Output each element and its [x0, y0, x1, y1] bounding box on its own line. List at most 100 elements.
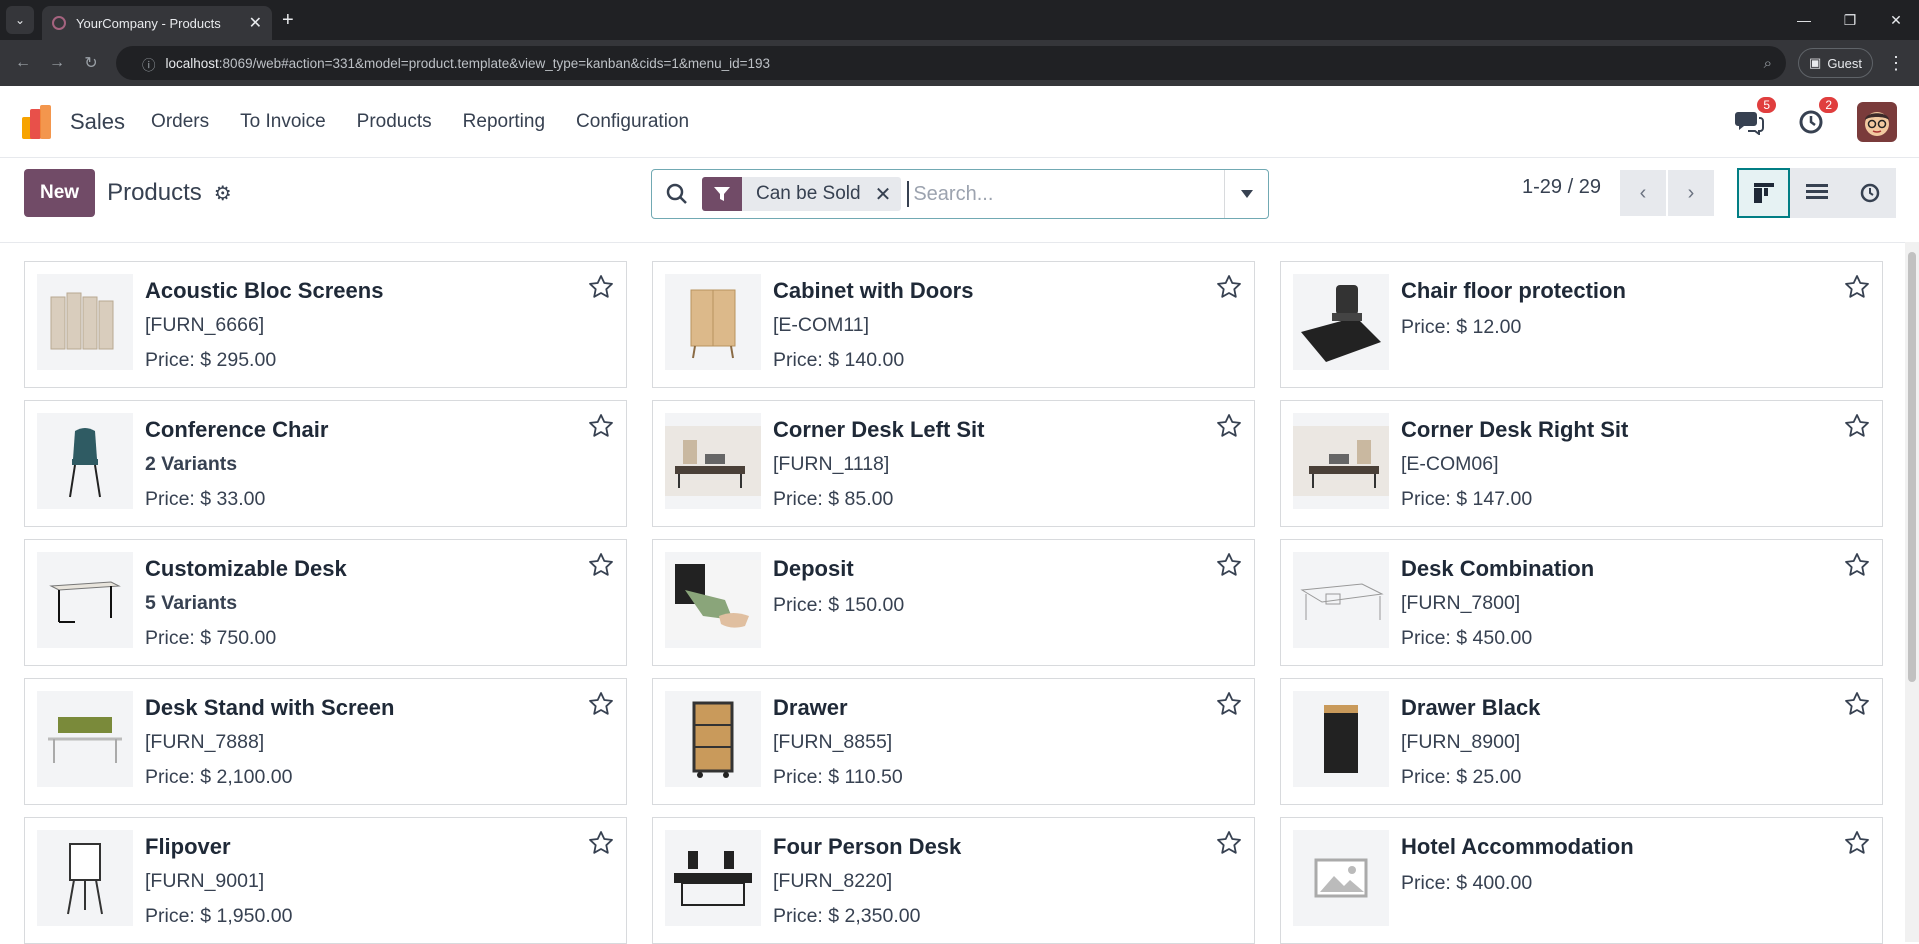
guest-profile-button[interactable]: ▣ Guest — [1798, 48, 1873, 78]
filter-facet: Can be Sold ✕ — [702, 177, 902, 211]
sales-app-logo-icon[interactable] — [22, 104, 56, 139]
product-card[interactable]: Drawer Black [FURN_8900] Price: $ 25.00 — [1280, 678, 1883, 805]
drawer-black-image — [1293, 691, 1389, 787]
favorite-star-icon[interactable] — [1844, 552, 1870, 583]
product-info: Hotel Accommodation Price: $ 400.00 — [1401, 830, 1634, 931]
kanban-grid: Acoustic Bloc Screens [FURN_6666] Price: $… — [0, 261, 1905, 944]
browser-tab[interactable]: YourCompany - Products ✕ — [42, 6, 272, 40]
product-price: Price: $ 750.00 — [145, 627, 277, 649]
product-card[interactable]: Four Person Desk [FURN_8220] Price: $ 2,35… — [652, 817, 1255, 944]
new-button[interactable]: New — [24, 169, 96, 217]
facet-label: Can be Sold — [756, 183, 861, 204]
search-icon[interactable] — [652, 183, 702, 205]
product-info: Cabinet with Doors [E-COM11] Price: $ 140.… — [773, 274, 973, 375]
activity-view-button[interactable] — [1843, 168, 1896, 218]
activities-button[interactable]: 2 — [1795, 96, 1838, 138]
page-title: Products — [107, 179, 202, 206]
product-price: Price: $ 140.00 — [773, 349, 905, 371]
search-input[interactable] — [907, 181, 1224, 207]
corner-desk-left-image — [665, 413, 761, 509]
favorite-star-icon[interactable] — [588, 274, 614, 305]
remove-facet-icon[interactable]: ✕ — [875, 182, 902, 207]
close-tab-icon[interactable]: ✕ — [249, 13, 262, 33]
kanban-icon — [1753, 183, 1774, 203]
product-card[interactable]: Drawer [FURN_8855] Price: $ 110.50 — [652, 678, 1255, 805]
product-price: Price: $ 2,350.00 — [773, 905, 921, 927]
product-info: Customizable Desk 5 Variants Price: $ 750.… — [145, 552, 347, 653]
menu-orders[interactable]: Orders — [151, 111, 209, 133]
floor-protection-image — [1293, 274, 1389, 370]
favorite-star-icon[interactable] — [1844, 830, 1870, 861]
product-card[interactable]: Corner Desk Left Sit [FURN_1118] Price: $ … — [652, 400, 1255, 527]
product-card[interactable]: Desk Combination [FURN_7800] Price: $ 450.… — [1280, 539, 1883, 666]
product-name: Conference Chair — [145, 417, 329, 442]
address-toolbar: ← → ↻ ⓘ localhost:8069/web#action=331&mo… — [0, 40, 1919, 86]
desk-image — [37, 552, 133, 648]
kanban-scrollbar[interactable] — [1905, 242, 1919, 942]
kanban-view-button[interactable] — [1737, 168, 1790, 218]
menu-configuration[interactable]: Configuration — [576, 111, 689, 133]
app-name[interactable]: Sales — [70, 109, 125, 135]
url-path: :8069/web#action=331&model=product.templ… — [218, 55, 771, 71]
restore-icon[interactable]: ❐ — [1827, 0, 1873, 40]
product-card[interactable]: Conference Chair 2 Variants Price: $ 33.00 — [24, 400, 627, 527]
favorite-star-icon[interactable] — [1844, 413, 1870, 444]
scrollbar-thumb[interactable] — [1908, 252, 1916, 682]
product-card[interactable]: Deposit Price: $ 150.00 — [652, 539, 1255, 666]
close-window-icon[interactable]: ✕ — [1873, 0, 1919, 40]
new-tab-icon[interactable]: + — [282, 9, 294, 32]
favorite-star-icon[interactable] — [1216, 830, 1242, 861]
product-card[interactable]: Chair floor protection Price: $ 12.00 — [1280, 261, 1883, 388]
reload-icon[interactable]: ↻ — [76, 48, 106, 78]
minimize-icon[interactable]: — — [1781, 0, 1827, 40]
product-card[interactable]: Acoustic Bloc Screens [FURN_6666] Price: $… — [24, 261, 627, 388]
favorite-star-icon[interactable] — [1844, 274, 1870, 305]
product-reference: [FURN_8855] — [773, 731, 893, 753]
product-card[interactable]: Corner Desk Right Sit [E-COM06] Price: $ 1… — [1280, 400, 1883, 527]
deposit-image — [665, 552, 761, 648]
activities-badge: 2 — [1819, 96, 1838, 113]
list-icon — [1805, 184, 1828, 199]
placeholder-image-icon — [1293, 830, 1389, 926]
site-info-icon[interactable]: ⓘ — [142, 52, 156, 74]
pager-next[interactable]: › — [1668, 170, 1714, 216]
messages-badge: 5 — [1757, 96, 1776, 113]
forward-icon[interactable]: → — [42, 48, 72, 78]
caret-down-icon — [1240, 190, 1253, 198]
favorite-star-icon[interactable] — [588, 413, 614, 444]
search-bar: Can be Sold ✕ — [651, 169, 1269, 219]
gear-icon[interactable]: ⚙ — [214, 181, 232, 206]
favorite-star-icon[interactable] — [1216, 274, 1242, 305]
pager-previous[interactable]: ‹ — [1620, 170, 1666, 216]
zoom-icon[interactable]: ⌕ — [1764, 55, 1772, 72]
pager-value[interactable]: 1-29 / 29 — [1522, 176, 1601, 199]
favorite-star-icon[interactable] — [588, 552, 614, 583]
back-icon[interactable]: ← — [8, 48, 38, 78]
desk-stand-image — [37, 691, 133, 787]
product-card[interactable]: Flipover [FURN_9001] Price: $ 1,950.00 — [24, 817, 627, 944]
browser-menu-icon[interactable]: ⋮ — [1881, 53, 1911, 74]
tab-list-dropdown[interactable]: ⌄ — [6, 6, 34, 34]
menu-products[interactable]: Products — [357, 111, 432, 133]
favorite-star-icon[interactable] — [1216, 691, 1242, 722]
product-card[interactable]: Cabinet with Doors [E-COM11] Price: $ 140.… — [652, 261, 1255, 388]
search-options-toggle[interactable] — [1224, 170, 1268, 218]
url-bar[interactable]: ⓘ localhost:8069/web#action=331&model=pr… — [116, 46, 1787, 80]
product-card[interactable]: Hotel Accommodation Price: $ 400.00 — [1280, 817, 1883, 944]
product-info: Flipover [FURN_9001] Price: $ 1,950.00 — [145, 830, 292, 931]
product-card[interactable]: Customizable Desk 5 Variants Price: $ 750.… — [24, 539, 627, 666]
user-avatar[interactable] — [1857, 101, 1897, 142]
list-view-button[interactable] — [1790, 168, 1843, 218]
menu-to-invoice[interactable]: To Invoice — [240, 111, 326, 133]
favorite-star-icon[interactable] — [1216, 552, 1242, 583]
messages-button[interactable]: 5 — [1733, 96, 1776, 138]
product-card[interactable]: Desk Stand with Screen [FURN_7888] Price: … — [24, 678, 627, 805]
menu-reporting[interactable]: Reporting — [463, 111, 545, 133]
clock-icon — [1860, 183, 1879, 203]
favorite-star-icon[interactable] — [1216, 413, 1242, 444]
favorite-star-icon[interactable] — [588, 830, 614, 861]
favorite-star-icon[interactable] — [588, 691, 614, 722]
product-info: Desk Combination [FURN_7800] Price: $ 450.… — [1401, 552, 1594, 653]
tab-title: YourCompany - Products — [76, 15, 221, 31]
favorite-star-icon[interactable] — [1844, 691, 1870, 722]
